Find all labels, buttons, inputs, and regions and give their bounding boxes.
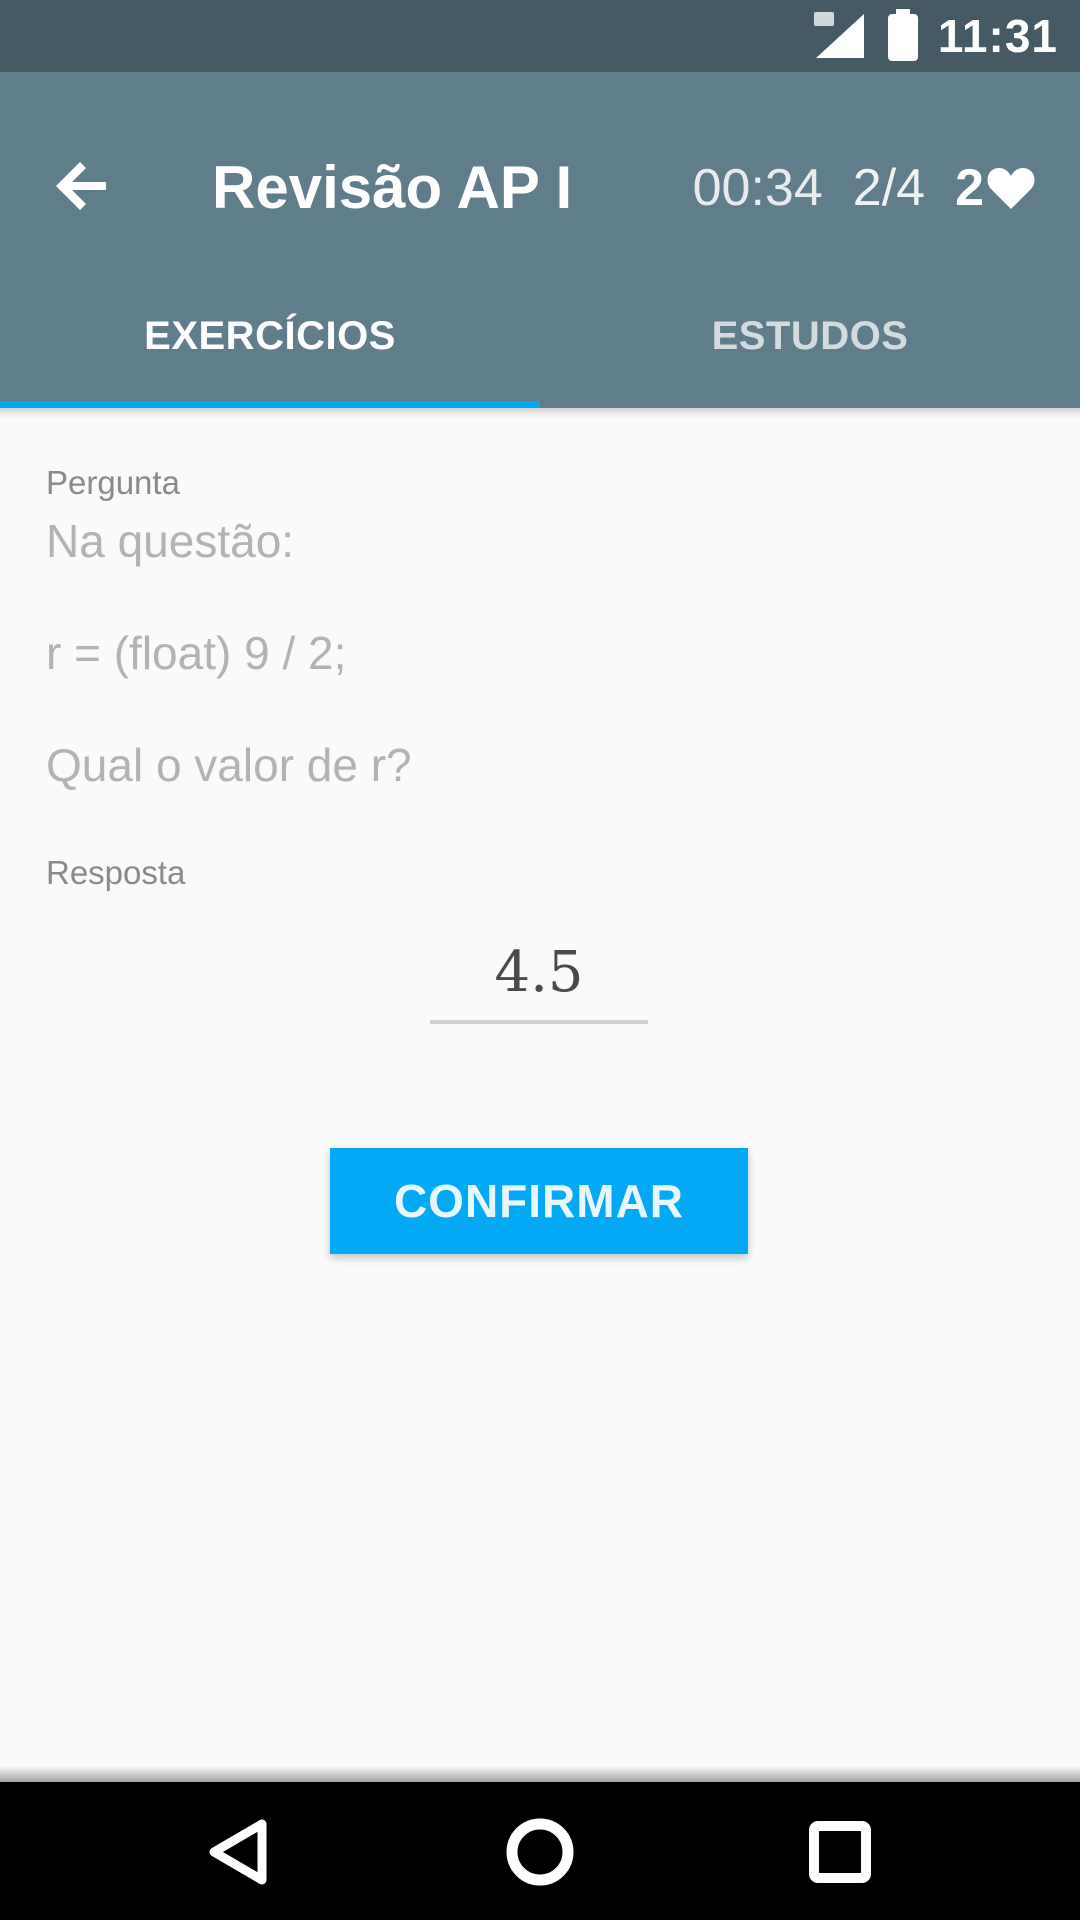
tab-exercicios[interactable]: EXERCÍCIOS <box>0 264 540 408</box>
tab-bar: EXERCÍCIOS ESTUDOS <box>0 264 1080 408</box>
quiz-stats: 00:34 2/4 2 <box>693 148 1036 228</box>
status-icons: 11:31 <box>812 0 1058 72</box>
arrow-left-icon <box>56 162 106 210</box>
tab-estudos[interactable]: ESTUDOS <box>540 264 1080 408</box>
lives-count: 2 <box>955 159 984 217</box>
question-line: r = (float) 9 / 2; <box>46 627 347 679</box>
answer-label: Resposta <box>46 854 186 891</box>
screen: 11:31 Revisão AP I 00:34 2/4 2 EXERCÍCIO… <box>0 0 1080 1920</box>
question-line: Na questão: <box>46 515 295 567</box>
tab-estudos-label: ESTUDOS <box>711 313 909 358</box>
heart-icon <box>987 168 1035 209</box>
answer-input[interactable] <box>430 924 648 1024</box>
tab-indicator <box>0 401 540 408</box>
lives-counter: 2 <box>955 148 1036 228</box>
status-bar: 11:31 <box>0 0 1080 72</box>
battery-icon <box>887 9 918 61</box>
confirm-button[interactable]: CONFIRMAR <box>330 1148 748 1254</box>
question-line: Qual o valor de r? <box>46 739 412 791</box>
progress-text: 2/4 <box>852 159 926 217</box>
nav-home-icon <box>506 1818 574 1886</box>
back-button[interactable] <box>36 138 132 234</box>
timer-text: 00:34 <box>692 159 823 217</box>
status-time: 11:31 <box>937 10 1058 62</box>
nav-recents-button[interactable] <box>798 1810 882 1894</box>
nav-recents-icon <box>809 1821 871 1883</box>
nav-bar-shadow <box>0 1766 1080 1782</box>
nav-back-button[interactable] <box>198 1810 282 1894</box>
signal-icon <box>813 12 864 58</box>
navigation-bar <box>0 1782 1080 1920</box>
nav-home-button[interactable] <box>498 1810 582 1894</box>
page-title: Revisão AP I <box>212 154 573 221</box>
question-label: Pergunta <box>46 464 180 501</box>
app-bar-shadow <box>0 408 1080 418</box>
nav-back-icon <box>209 1819 267 1885</box>
tab-exercicios-label: EXERCÍCIOS <box>144 313 396 358</box>
